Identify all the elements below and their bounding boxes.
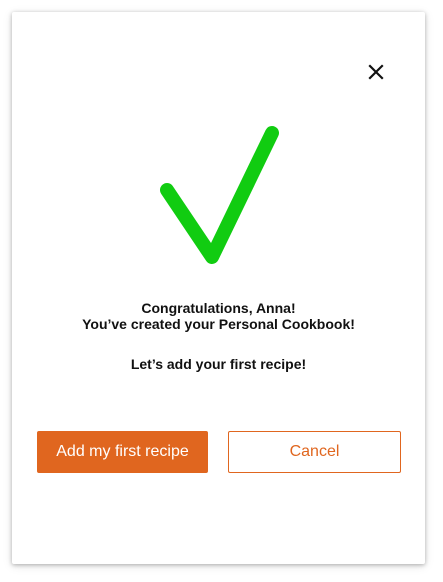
cancel-button[interactable]: Cancel [228,431,401,473]
add-first-recipe-button[interactable]: Add my first recipe [37,431,208,473]
add-recipe-prompt: Let’s add your first recipe! [130,356,307,372]
checkmark-icon [160,126,279,264]
close-icon [368,64,384,80]
cookbook-created-text: You’ve created your Personal Cookbook! [82,316,355,332]
congrats-text: Congratulations, Anna! [141,300,296,316]
success-dialog: Congratulations, Anna! You’ve created yo… [12,12,425,564]
close-button[interactable] [364,60,388,84]
success-message: Congratulations, Anna! You’ve created yo… [12,300,425,372]
